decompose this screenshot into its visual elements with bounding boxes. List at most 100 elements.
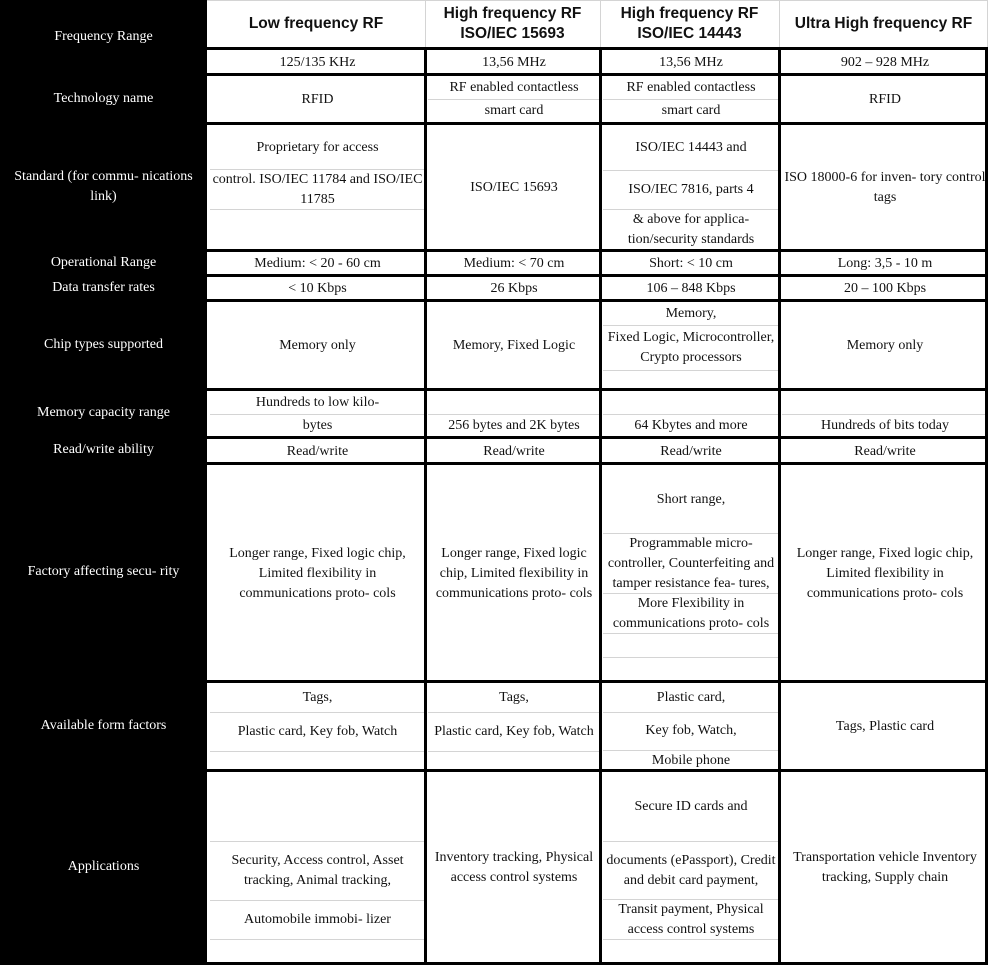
cell-text: 20 – 100 Kbps <box>843 281 927 296</box>
cell-text: Read/write <box>286 443 349 459</box>
cell-form-factors-col2: Tags, Plastic card, Key fob, Watch <box>428 684 600 770</box>
cell-text: Key fob, Watch, <box>603 713 779 751</box>
row-divider <box>207 388 988 391</box>
cell-text <box>210 940 425 963</box>
cell-text: Plastic card, Key fob, Watch <box>210 713 425 752</box>
cell-data-transfer-rates-col3: 106 – 848 Kbps <box>603 278 779 300</box>
cell-read-write-col4: Read/write <box>782 440 988 463</box>
cell-text: Longer range, Fixed logic chip, Limited … <box>796 545 974 601</box>
cell-text: Transportation vehicle Inventory trackin… <box>793 850 977 885</box>
header-divider <box>425 0 426 48</box>
cell-standard-col3: ISO/IEC 14443 and ISO/IEC 7816, parts 4 & … <box>603 126 779 250</box>
cell-memory-capacity-col1: Hundreds to low kilo-bytes <box>210 392 425 437</box>
cell-text: smart card <box>484 103 544 119</box>
row-divider <box>207 299 988 302</box>
cell-applications-col2: Inventory tracking, Physical access cont… <box>428 773 600 963</box>
cell-text: Inventory tracking, Physical access cont… <box>434 850 594 885</box>
cell-technology-name-col3: RF enabled contactless smart card <box>603 77 779 123</box>
row-divider <box>207 47 988 50</box>
row-label-applications: Applications <box>67 858 140 874</box>
cell-text: Memory only <box>279 338 356 353</box>
cell-text: 256 bytes and 2K bytes <box>448 417 580 433</box>
cell-frequency-range-col4: 902 – 928 MHz <box>782 51 988 74</box>
cell-text: ISO/IEC 7816, parts 4 <box>603 171 779 210</box>
cell-text: 13,56 MHz <box>482 54 546 70</box>
row-label-chip-types: Chip types supported <box>44 336 163 352</box>
cell-factory-security-col2: Longer range, Fixed logic chip, Limited … <box>428 466 600 681</box>
cell-text: 902 – 928 MHz <box>840 54 930 70</box>
row-label-data-transfer-rates: Data transfer rates <box>52 279 155 295</box>
cell-text: ISO/IEC 14443 and <box>603 126 779 171</box>
cell-text: Short range, <box>603 466 779 535</box>
cell-technology-name-col2: RF enabled contactless smart card <box>428 77 600 123</box>
cell-text: 13,56 MHz <box>659 54 723 70</box>
cell-text: 125/135 KHz <box>279 54 356 70</box>
row-label-memory-capacity: Memory capacity range <box>37 405 170 420</box>
row-divider <box>207 274 988 277</box>
cell-text: RFID <box>301 92 334 107</box>
table-top-border <box>207 0 988 1</box>
cell-operational-range-col1: Medium: < 20 - 60 cm <box>210 253 425 275</box>
cell-text: 106 – 848 Kbps <box>646 281 736 296</box>
cell-text: Transit payment, Physical access control… <box>603 900 779 941</box>
cell-text: bytes <box>302 417 333 433</box>
row-label-operational-range: Operational Range <box>50 254 157 270</box>
row-divider <box>207 249 988 252</box>
cell-standard-col1: Proprietary for access control. ISO/IEC 1… <box>210 126 425 250</box>
cell-memory-capacity-col2: 256 bytes and 2K bytes <box>428 392 600 437</box>
cell-text: Short: < 10 cm <box>649 256 733 271</box>
cell-operational-range-col2: Medium: < 70 cm <box>428 253 600 275</box>
cell-form-factors-col3: Plastic card, Key fob, Watch, Mobile phone <box>603 684 779 770</box>
cell-text: Longer range, Fixed logic chip, Limited … <box>229 545 406 601</box>
header-divider <box>779 0 780 48</box>
cell-text: Fixed Logic, Microcontroller, Crypto pro… <box>603 326 779 371</box>
cell-frequency-range-col2: 13,56 MHz <box>428 51 600 74</box>
cell-text: Plastic card, Key fob, Watch <box>428 713 600 752</box>
cell-text: 26 Kbps <box>490 281 538 296</box>
row-divider <box>207 122 988 125</box>
cell-text: control. ISO/IEC 11784 and ISO/IEC 11785 <box>210 170 425 211</box>
cell-text: Secure ID cards and <box>603 773 779 842</box>
cell-text: documents (ePassport), Credit and debit … <box>603 842 779 901</box>
cell-read-write-col2: Read/write <box>428 440 600 463</box>
cell-text <box>428 392 600 415</box>
column-header-text: ISO/IEC 15693 <box>460 25 565 42</box>
cell-memory-capacity-col4: Hundreds of bits today <box>782 392 988 437</box>
cell-text: Mobile phone <box>651 752 731 768</box>
column-header-4: Ultra High frequency RF <box>779 0 988 48</box>
cell-text: Hundreds of bits today <box>821 417 949 433</box>
cell-data-transfer-rates-col4: 20 – 100 Kbps <box>782 278 988 300</box>
cell-text: RF enabled contactless <box>428 77 600 100</box>
cell-text <box>782 392 988 415</box>
cell-text: Memory, Fixed Logic <box>452 338 576 353</box>
column-header-text: Low frequency RF <box>248 15 384 32</box>
cell-text <box>603 634 779 658</box>
cell-chip-types-col4: Memory only <box>782 303 988 389</box>
cell-text: Read/write <box>854 443 916 459</box>
cell-text <box>603 940 779 963</box>
row-label-technology-name: Technology name <box>53 90 154 106</box>
cell-text: Tags, <box>428 684 600 713</box>
column-header-1: Low frequency RF <box>207 0 425 48</box>
cell-text: ISO 18000-6 for inven- tory control tags <box>784 170 986 205</box>
cell-factory-security-col1: Longer range, Fixed logic chip, Limited … <box>210 466 425 681</box>
column-header-text: High frequency RF <box>620 5 759 22</box>
cell-data-transfer-rates-col1: < 10 Kbps <box>210 278 425 300</box>
cell-text: Security, Access control, Asset tracking… <box>210 842 425 901</box>
row-divider <box>207 73 988 76</box>
cell-read-write-col1: Read/write <box>210 440 425 463</box>
cell-text: Plastic card, <box>603 684 779 713</box>
cell-text <box>603 658 779 681</box>
cell-text: More Flexibility in communications proto… <box>603 594 779 635</box>
row-divider <box>207 769 988 772</box>
cell-text: < 10 Kbps <box>288 281 347 296</box>
cell-chip-types-col3: Memory, Fixed Logic, Microcontroller, Cry… <box>603 303 779 389</box>
cell-chip-types-col1: Memory only <box>210 303 425 389</box>
cell-text: Programmable micro- controller, Counterf… <box>603 534 779 595</box>
cell-form-factors-col1: Tags, Plastic card, Key fob, Watch <box>210 684 425 770</box>
cell-text: Long: 3,5 - 10 m <box>837 256 933 271</box>
row-label-factory-security: Factory affecting secu- rity <box>27 564 180 579</box>
cell-text: Automobile immobi- lizer <box>210 901 425 941</box>
cell-data-transfer-rates-col2: 26 Kbps <box>428 278 600 300</box>
cell-text: Medium: < 70 cm <box>463 256 565 271</box>
